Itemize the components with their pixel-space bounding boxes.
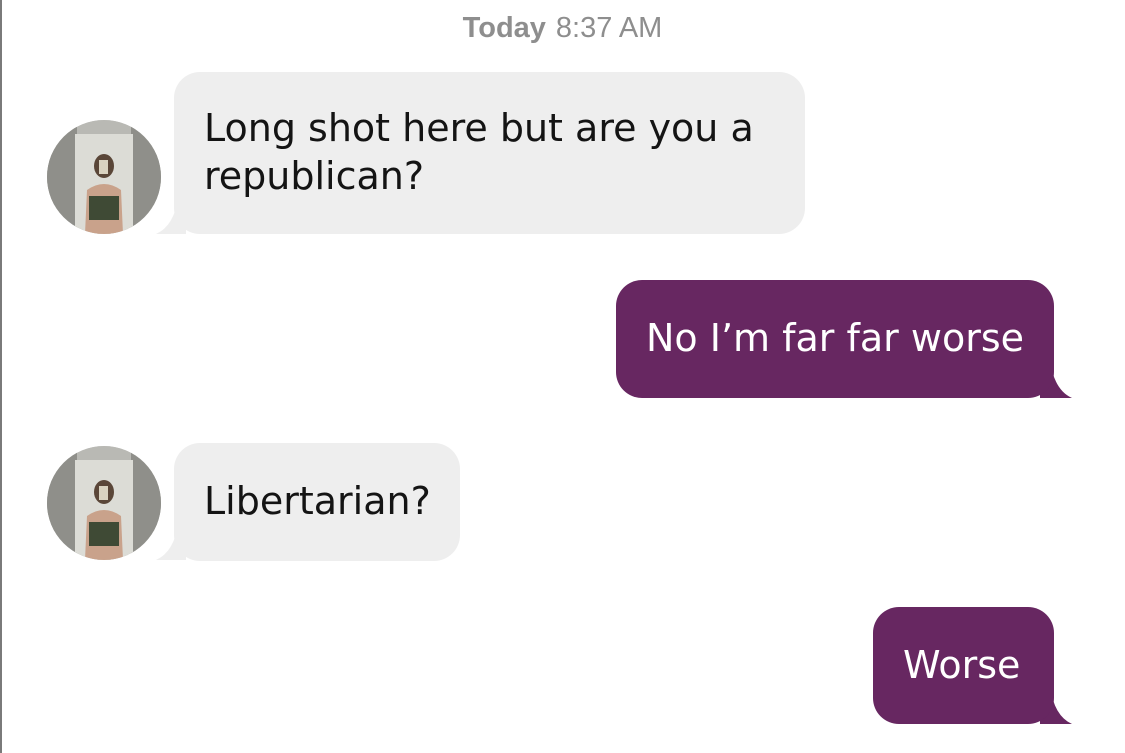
left-border xyxy=(0,0,2,753)
incoming-message-bubble[interactable]: Libertarian? xyxy=(174,443,460,561)
message-text: Libertarian? xyxy=(204,479,431,523)
timestamp-day: Today xyxy=(462,12,546,44)
contact-photo-icon xyxy=(47,120,161,234)
contact-avatar[interactable] xyxy=(47,120,161,234)
contact-photo-icon xyxy=(47,446,161,560)
message-text: Long shot here but are you a republican? xyxy=(204,106,754,198)
message-text: No I’m far far worse xyxy=(646,316,1024,360)
message-text: Worse xyxy=(903,643,1021,687)
incoming-message-bubble[interactable]: Long shot here but are you a republican? xyxy=(174,72,805,234)
conversation-timestamp: Today 8:37 AM xyxy=(0,12,1125,45)
timestamp-time: 8:37 AM xyxy=(555,12,663,44)
contact-avatar[interactable] xyxy=(47,446,161,560)
outgoing-message-bubble[interactable]: No I’m far far worse xyxy=(616,280,1054,398)
outgoing-message-bubble[interactable]: Worse xyxy=(873,607,1054,724)
